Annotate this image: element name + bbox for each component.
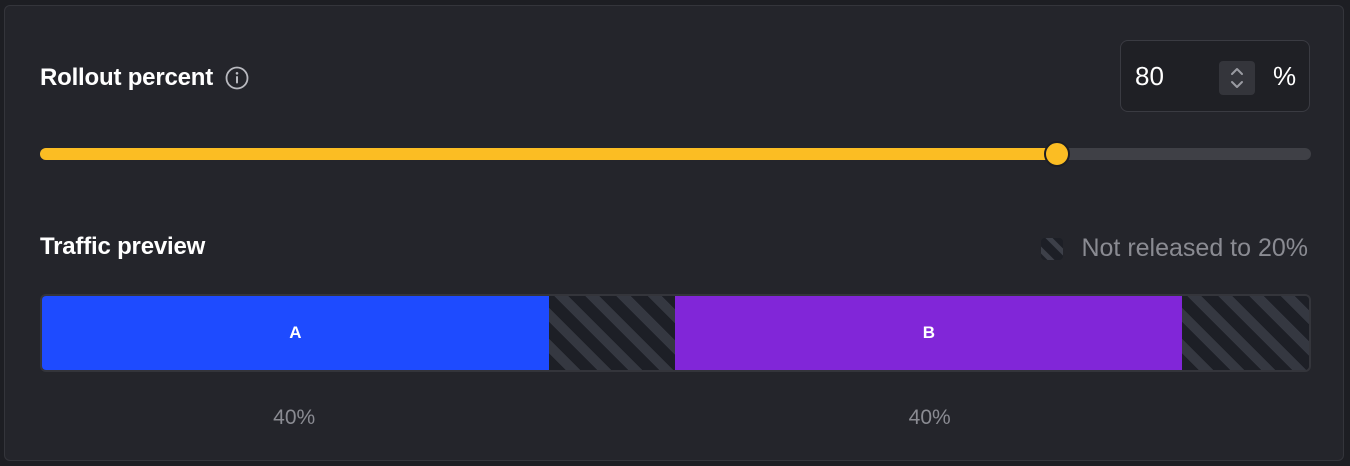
variant-b-percent: 40% (908, 406, 951, 429)
variant-a-label: A (289, 323, 302, 342)
variant-a-segment: A (42, 296, 549, 370)
variant-b-label: B (922, 323, 936, 342)
chevron-down-icon[interactable] (1230, 78, 1244, 92)
slider-fill (40, 148, 1057, 160)
variant-b-segment: B (675, 296, 1183, 370)
rollout-slider[interactable] (40, 141, 1311, 167)
chevron-up-icon[interactable] (1230, 64, 1244, 78)
not-released-label: Not released to 20% (1081, 234, 1308, 262)
striped-swatch-icon (1041, 237, 1064, 260)
rollout-percent-field: % (1120, 40, 1310, 112)
not-released-legend: Not released to 20% (1041, 234, 1308, 263)
not-released-segment (1182, 296, 1309, 370)
traffic-preview-title: Traffic preview (40, 233, 206, 260)
info-icon[interactable] (225, 66, 249, 90)
not-released-segment (548, 296, 676, 370)
traffic-bar: AB (40, 294, 1311, 372)
rollout-percent-label: Rollout percent (40, 64, 214, 91)
rollout-header: Rollout percent (40, 62, 249, 94)
slider-thumb[interactable] (1043, 141, 1070, 167)
rollout-percent-input[interactable] (1135, 59, 1215, 93)
percent-stepper[interactable] (1219, 61, 1255, 95)
percent-unit-label: % (1273, 61, 1297, 91)
rollout-panel: Rollout percent % Traffic preview (4, 5, 1344, 461)
variant-a-percent: 40% (273, 406, 316, 429)
